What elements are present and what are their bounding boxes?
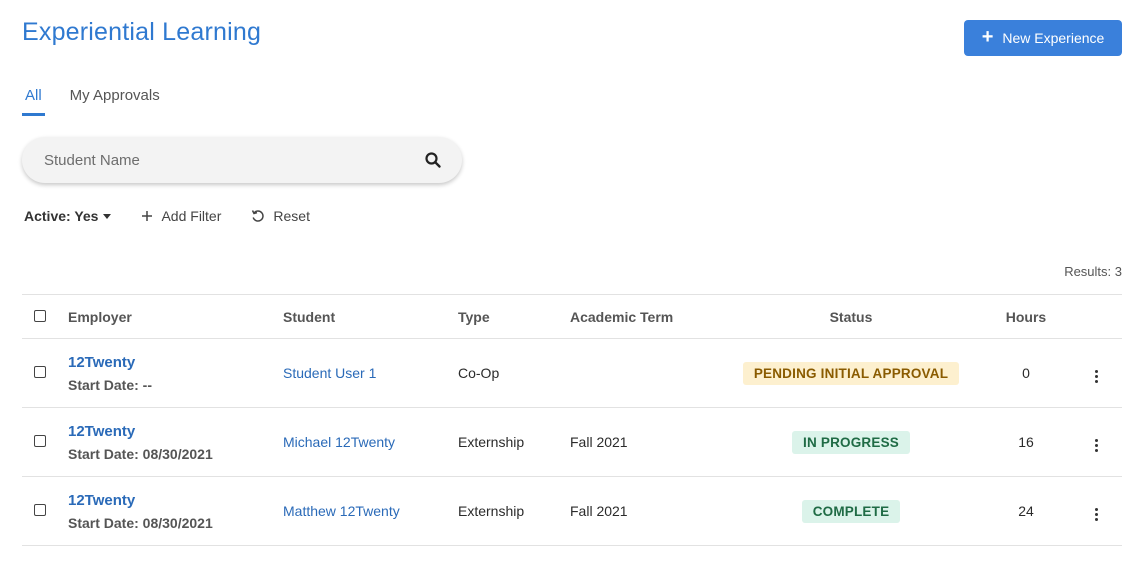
experiences-table: Employer Student Type Academic Term Stat… <box>22 294 1122 546</box>
add-filter-button[interactable]: Add Filter <box>141 208 221 224</box>
column-header-type[interactable]: Type <box>458 294 570 339</box>
status-badge: COMPLETE <box>801 499 901 523</box>
student-link[interactable]: Student User 1 <box>283 365 376 381</box>
active-filter-label: Active: Yes <box>24 208 99 224</box>
reset-label: Reset <box>273 208 310 224</box>
type-cell: Externship <box>458 476 570 546</box>
reset-icon <box>252 210 265 222</box>
column-header-student[interactable]: Student <box>283 294 458 339</box>
student-link[interactable]: Matthew 12Twenty <box>283 503 400 519</box>
table-row: 12Twenty Start Date: 08/30/2021 Michael … <box>22 407 1122 477</box>
table-header-row: Employer Student Type Academic Term Stat… <box>22 294 1122 339</box>
search-input[interactable] <box>44 151 424 169</box>
start-date: Start Date: 08/30/2021 <box>68 445 213 462</box>
term-cell: Fall 2021 <box>570 476 720 546</box>
more-options-icon[interactable] <box>1091 505 1102 524</box>
table-row: 12Twenty Start Date: -- Student User 1 C… <box>22 338 1122 408</box>
tab-all[interactable]: All <box>22 86 45 116</box>
column-header-status[interactable]: Status <box>720 294 982 339</box>
more-options-icon[interactable] <box>1091 436 1102 455</box>
hours-cell: 24 <box>982 476 1070 546</box>
column-header-academic-term[interactable]: Academic Term <box>570 294 720 339</box>
start-date: Start Date: -- <box>68 376 153 393</box>
type-cell: Externship <box>458 407 570 477</box>
new-experience-label: New Experience <box>1002 30 1105 46</box>
row-checkbox[interactable] <box>34 504 46 516</box>
employer-link[interactable]: 12Twenty <box>68 492 283 509</box>
row-checkbox[interactable] <box>34 435 46 447</box>
search-bar <box>22 137 462 183</box>
results-count: Results: 3 <box>1064 264 1122 279</box>
caret-down-icon <box>103 213 112 219</box>
status-badge: PENDING INITIAL APPROVAL <box>742 361 960 385</box>
active-filter-dropdown[interactable]: Active: Yes <box>24 208 112 224</box>
row-checkbox[interactable] <box>34 366 46 378</box>
plus-icon <box>142 211 153 221</box>
search-icon[interactable] <box>424 151 442 169</box>
new-experience-button[interactable]: + New Experience <box>964 20 1122 56</box>
hours-cell: 0 <box>982 338 1070 408</box>
table-row: 12Twenty Start Date: 08/30/2021 Matthew … <box>22 476 1122 546</box>
status-badge: IN PROGRESS <box>792 430 910 454</box>
column-header-employer[interactable]: Employer <box>68 294 283 339</box>
tab-my-approvals[interactable]: My Approvals <box>67 86 163 116</box>
reset-button[interactable]: Reset <box>251 208 310 224</box>
add-filter-label: Add Filter <box>161 208 222 224</box>
plus-icon: + <box>981 26 994 48</box>
term-cell <box>570 338 720 408</box>
start-date: Start Date: 08/30/2021 <box>68 514 213 531</box>
filter-bar: Active: Yes Add Filter Reset <box>24 208 310 224</box>
type-cell: Co-Op <box>458 338 570 408</box>
column-header-hours[interactable]: Hours <box>982 294 1070 339</box>
student-link[interactable]: Michael 12Twenty <box>283 434 395 450</box>
term-cell: Fall 2021 <box>570 407 720 477</box>
employer-link[interactable]: 12Twenty <box>68 423 283 440</box>
hours-cell: 16 <box>982 407 1070 477</box>
employer-link[interactable]: 12Twenty <box>68 354 283 371</box>
page-title: Experiential Learning <box>22 18 262 46</box>
select-all-checkbox[interactable] <box>34 309 46 322</box>
more-options-icon[interactable] <box>1091 367 1102 386</box>
tab-bar: All My Approvals <box>22 86 185 116</box>
